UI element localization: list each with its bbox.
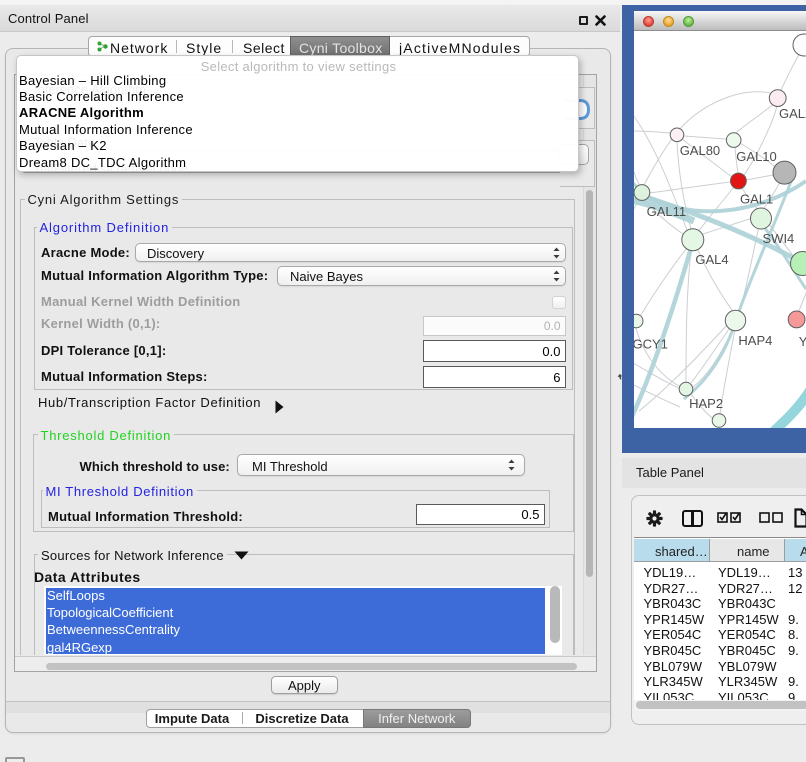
svg-text:GAL1: GAL1 [740,191,773,206]
svg-text:GAL80: GAL80 [680,143,720,158]
svg-text:HAP2: HAP2 [689,396,723,411]
svg-text:GAL10: GAL10 [736,149,776,164]
svg-text:HAP4: HAP4 [738,333,772,348]
svg-text:GAL11: GAL11 [647,204,687,219]
svg-text:YJ: YJ [799,334,806,349]
svg-text:GCY1: GCY1 [634,337,668,352]
svg-text:GAL2: GAL2 [779,106,806,121]
svg-text:SWI4: SWI4 [763,231,795,246]
svg-text:GAL4: GAL4 [695,252,728,267]
